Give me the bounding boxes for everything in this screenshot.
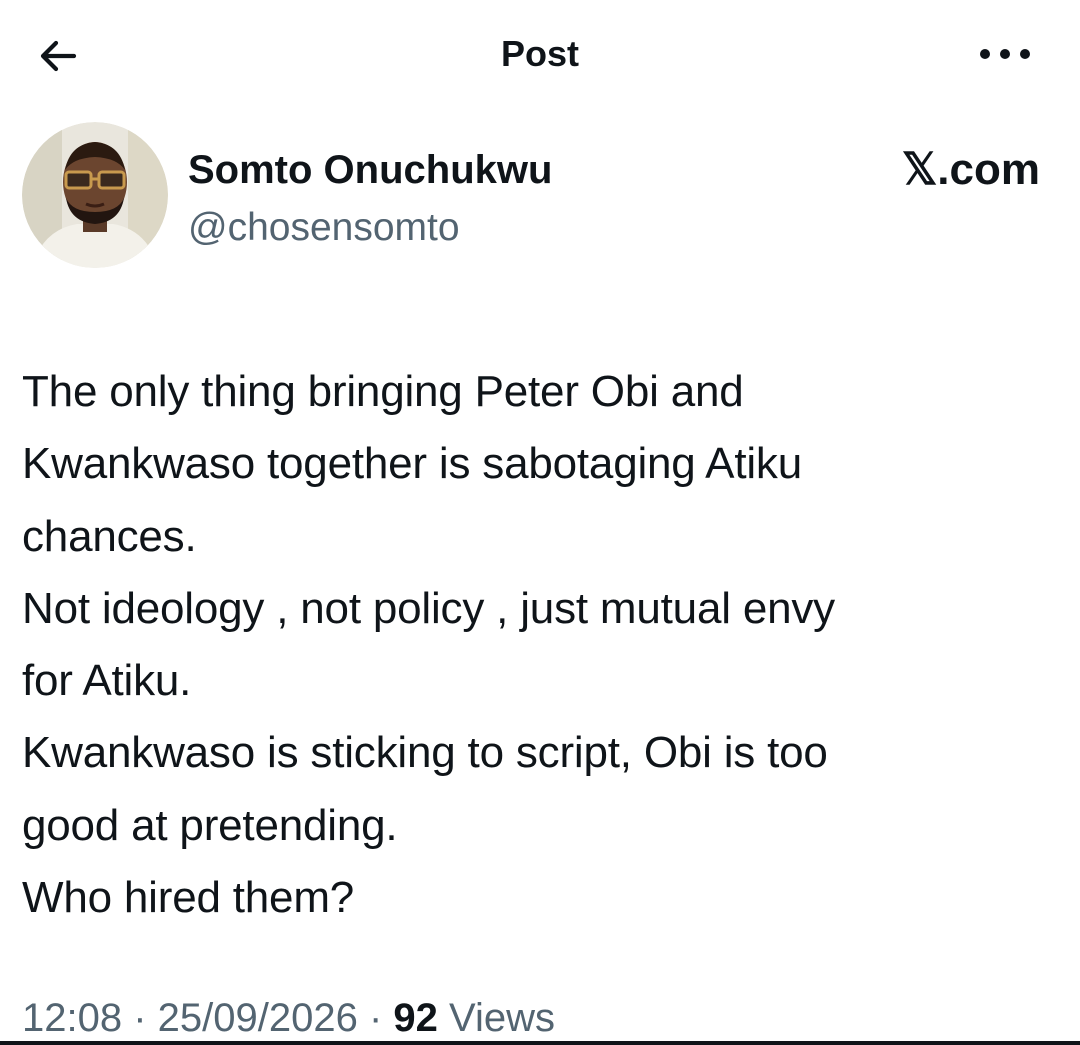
author-name[interactable]: Somto Onuchukwu xyxy=(188,146,552,194)
brand-logo: 𝕏.com xyxy=(901,145,1040,194)
avatar[interactable] xyxy=(22,122,168,268)
post-line: chances. xyxy=(22,511,197,561)
profile-photo xyxy=(22,122,168,268)
post-line: Not ideology , not policy , just mutual … xyxy=(22,583,835,633)
post-line: The only thing bringing Peter Obi and xyxy=(22,367,744,416)
more-button[interactable] xyxy=(972,34,1038,74)
post-meta: 12:08 · 25/09/2026 · 92 Views xyxy=(22,994,555,1042)
meta-separator: · xyxy=(122,996,158,1040)
post-line: for Atiku. xyxy=(22,656,192,706)
views-label: Views xyxy=(437,996,555,1040)
author-handle[interactable]: @chosensomto xyxy=(188,204,460,252)
more-horizontal-icon xyxy=(980,49,1030,59)
post-line: good at pretending. xyxy=(22,800,398,850)
post-text: The only thing bringing Peter Obi and Kw… xyxy=(22,356,1062,934)
top-bar: Post xyxy=(0,0,1080,110)
divider xyxy=(0,1041,1080,1045)
post-line: Who hired them? xyxy=(22,873,355,923)
page-title: Post xyxy=(500,33,579,74)
post-time[interactable]: 12:08 xyxy=(22,996,122,1040)
post-date[interactable]: 25/09/2026 xyxy=(158,996,358,1040)
post-line: Kwankwaso is sticking to script, Obi is … xyxy=(22,728,828,778)
views-count: 92 xyxy=(393,996,438,1040)
post-line: Kwankwaso together is sabotaging Atiku xyxy=(22,439,802,489)
meta-separator: · xyxy=(357,996,394,1040)
